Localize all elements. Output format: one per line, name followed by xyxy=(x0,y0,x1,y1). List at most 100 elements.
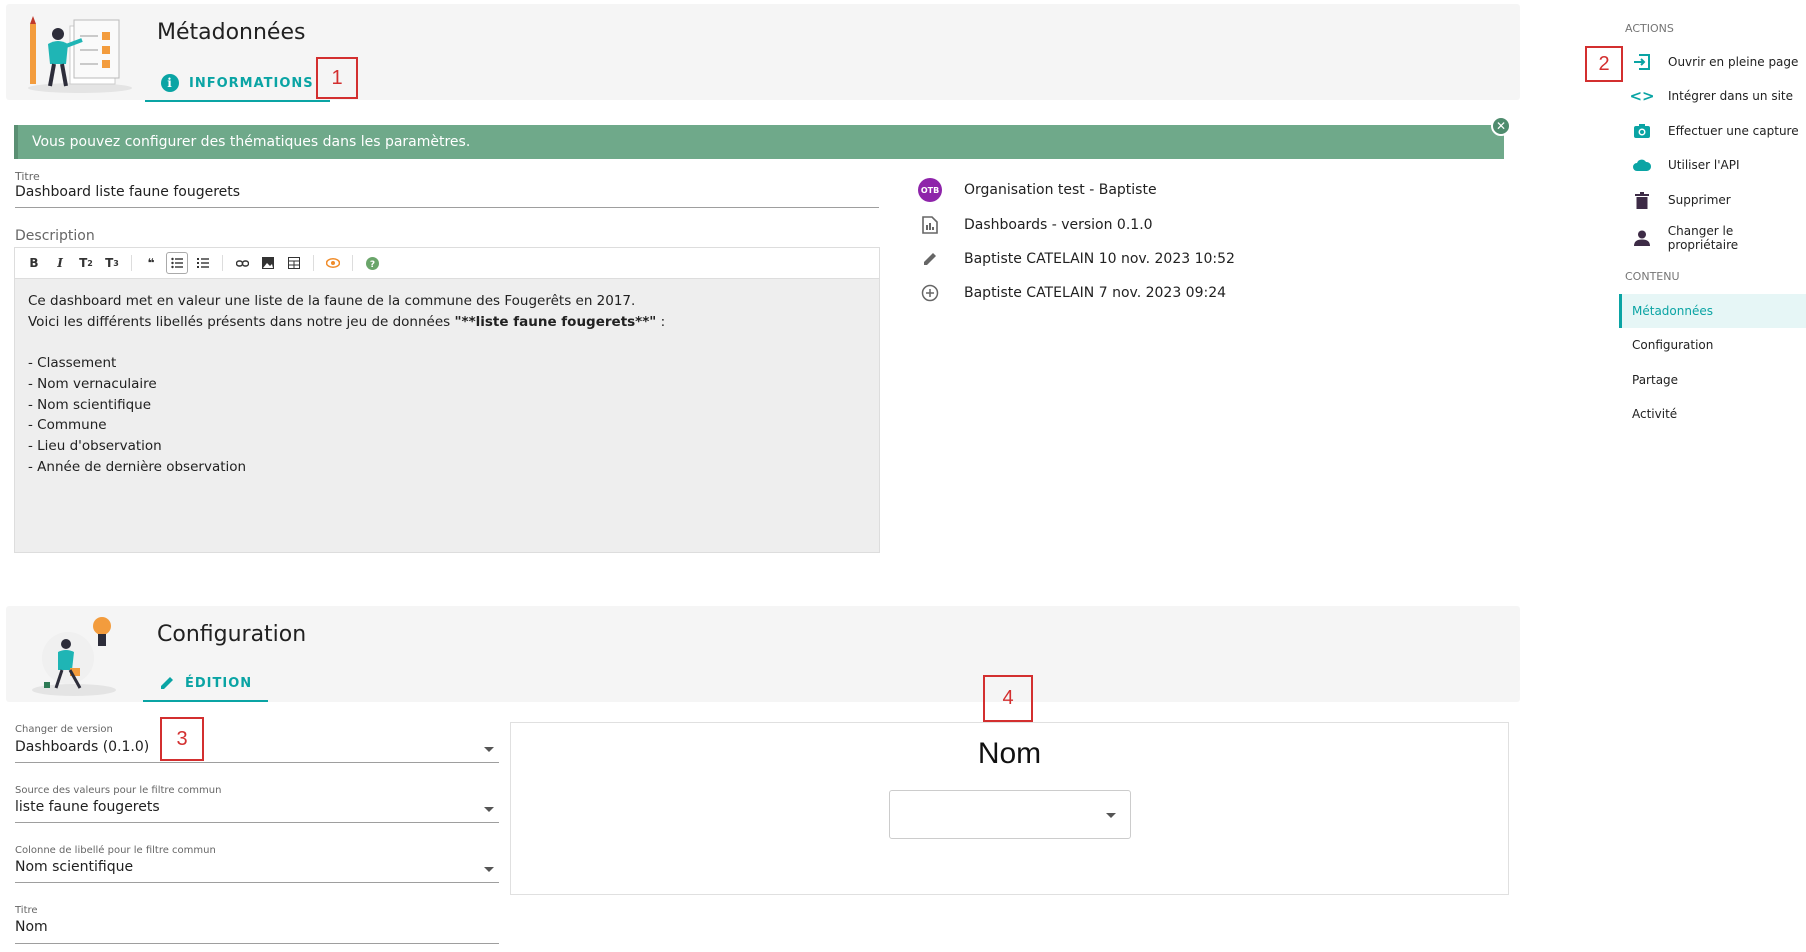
image-button[interactable] xyxy=(257,252,279,274)
chevron-down-icon xyxy=(484,747,494,752)
toolbar-divider xyxy=(352,255,353,271)
description-line: - Nom vernaculaire xyxy=(28,375,157,392)
annotation-marker: 2 xyxy=(1585,46,1623,82)
heading2-button[interactable]: T2 xyxy=(75,252,97,274)
description-line xyxy=(28,332,866,353)
version-label: Changer de version xyxy=(15,724,113,735)
quote-button[interactable]: ❝ xyxy=(140,252,162,274)
action-label: Utiliser l'API xyxy=(1668,158,1740,172)
action-open-fullpage[interactable]: Ouvrir en pleine page xyxy=(1632,52,1798,72)
pencil-icon xyxy=(161,677,173,689)
action-embed[interactable]: <> Intégrer dans un site xyxy=(1629,86,1793,106)
bullet-list-button[interactable] xyxy=(166,252,188,274)
info-organization: OTB Organisation test - Baptiste xyxy=(918,178,1157,202)
action-change-owner[interactable]: Changer le propriétaire xyxy=(1632,224,1806,252)
config-titre-label: Titre xyxy=(15,905,38,916)
link-button[interactable] xyxy=(231,252,253,274)
description-text: Voici les différents libellés présents d… xyxy=(28,313,455,330)
action-label: Intégrer dans un site xyxy=(1668,89,1793,103)
config-titre-input[interactable]: Nom xyxy=(15,919,48,935)
tab-label: INFORMATIONS xyxy=(189,75,314,91)
column-underline xyxy=(15,882,499,883)
add-circle-icon xyxy=(918,281,942,305)
help-icon: ? xyxy=(365,256,379,270)
italic-button[interactable]: I xyxy=(49,252,71,274)
toolbar-divider xyxy=(131,255,132,271)
annotation-marker: 1 xyxy=(316,57,358,99)
bold-button[interactable]: B xyxy=(23,252,45,274)
camera-icon xyxy=(1632,121,1652,141)
nav-metadonnees[interactable]: Métadonnées xyxy=(1619,294,1806,328)
action-capture[interactable]: Effectuer une capture xyxy=(1632,121,1799,141)
eye-icon xyxy=(326,258,340,268)
created-text: Baptiste CATELAIN 7 nov. 2023 09:24 xyxy=(964,285,1227,301)
toolbar-divider xyxy=(313,255,314,271)
toolbar-divider xyxy=(222,255,223,271)
close-icon[interactable]: ✕ xyxy=(1491,116,1511,136)
link-icon xyxy=(235,259,249,267)
editor-toolbar: B I T2 T3 ❝ ? xyxy=(14,247,880,278)
preview-filter-select[interactable] xyxy=(889,790,1131,839)
dashboard-preview: Nom xyxy=(510,722,1509,895)
nav-partage[interactable]: Partage xyxy=(1619,363,1806,397)
description-line: Ce dashboard met en valeur une liste de … xyxy=(28,293,636,309)
titre-label: Titre xyxy=(15,170,40,183)
info-alert: Vous pouvez configurer des thématiques d… xyxy=(14,125,1504,159)
metadata-header: Métadonnées i INFORMATIONS xyxy=(6,4,1520,102)
config-titre-underline xyxy=(15,943,499,944)
action-api[interactable]: Utiliser l'API xyxy=(1632,155,1740,175)
description-line: Voici les différents libellés présents d… xyxy=(28,312,866,333)
cloud-icon xyxy=(1632,155,1652,175)
heading3-button[interactable]: T3 xyxy=(101,252,123,274)
nav-configuration[interactable]: Configuration xyxy=(1619,328,1806,362)
info-updated: Baptiste CATELAIN 10 nov. 2023 10:52 xyxy=(918,247,1235,271)
metadata-illustration xyxy=(28,16,132,93)
organization-name: Organisation test - Baptiste xyxy=(964,182,1157,198)
column-select[interactable]: Nom scientifique xyxy=(15,859,133,875)
trash-icon xyxy=(1632,190,1652,210)
titre-underline xyxy=(15,207,879,208)
action-label: Changer le propriétaire xyxy=(1667,224,1739,252)
svg-text:?: ? xyxy=(369,260,374,270)
open-fullpage-icon xyxy=(1632,52,1652,72)
table-button[interactable] xyxy=(283,252,305,274)
tab-edition[interactable]: ÉDITION xyxy=(143,666,269,702)
numbered-list-button[interactable] xyxy=(192,252,214,274)
column-label: Colonne de libellé pour le filtre commun xyxy=(15,845,216,856)
configuration-illustration xyxy=(32,617,116,696)
description-bold: "**liste faune fougerets**" xyxy=(454,313,657,330)
titre-input[interactable]: Dashboard liste faune fougerets xyxy=(15,184,240,200)
chevron-down-icon xyxy=(484,807,494,812)
description-line: - Lieu d'observation xyxy=(28,437,162,454)
bullet-list-icon xyxy=(171,257,183,269)
numbered-list-icon xyxy=(197,258,209,268)
content-heading: CONTENU xyxy=(1625,270,1680,283)
description-line: - Nom scientifique xyxy=(28,396,152,413)
version-select[interactable]: Dashboards (0.1.0) xyxy=(15,739,149,755)
actions-heading: ACTIONS xyxy=(1625,22,1674,35)
code-icon: <> xyxy=(1629,87,1655,105)
application-version: Dashboards - version 0.1.0 xyxy=(964,217,1153,233)
version-underline xyxy=(15,762,499,763)
source-select[interactable]: liste faune fougerets xyxy=(15,799,160,815)
action-delete[interactable]: Supprimer xyxy=(1632,190,1731,210)
tab-label: ÉDITION xyxy=(185,675,253,691)
action-label: Supprimer xyxy=(1668,193,1731,207)
info-created: Baptiste CATELAIN 7 nov. 2023 09:24 xyxy=(918,281,1226,305)
preview-button[interactable] xyxy=(322,252,344,274)
description-editor[interactable]: Ce dashboard met en valeur une liste de … xyxy=(14,278,880,553)
source-underline xyxy=(15,822,499,823)
configuration-title: Configuration xyxy=(157,622,307,647)
configuration-header: Configuration ÉDITION xyxy=(6,606,1520,702)
tab-informations[interactable]: i INFORMATIONS xyxy=(145,66,330,102)
organization-avatar: OTB xyxy=(918,178,942,202)
chevron-down-icon xyxy=(484,867,494,872)
help-button[interactable]: ? xyxy=(361,252,383,274)
annotation-marker: 3 xyxy=(160,717,204,761)
description-line: - Commune xyxy=(28,417,107,434)
nav-activite[interactable]: Activité xyxy=(1619,397,1806,431)
person-icon xyxy=(1632,228,1652,248)
updated-text: Baptiste CATELAIN 10 nov. 2023 10:52 xyxy=(964,251,1235,267)
pencil-icon xyxy=(918,247,942,271)
chevron-down-icon xyxy=(1106,813,1116,818)
